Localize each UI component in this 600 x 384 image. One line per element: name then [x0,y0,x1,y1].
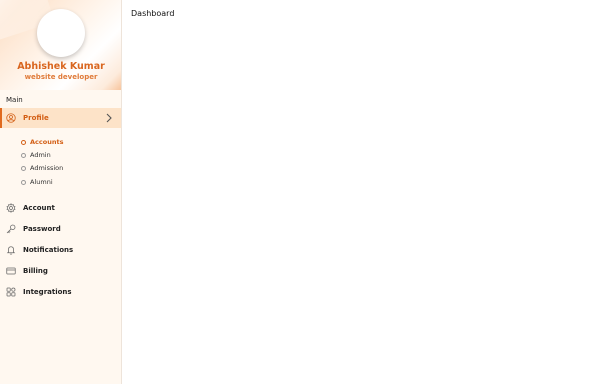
sidebar-item-notifications[interactable]: Notifications [0,240,121,260]
bullet-icon [21,152,26,158]
submenu-item-label: Admission [30,164,64,172]
sidebar-item-label: Password [23,225,61,233]
submenu-item-admission[interactable]: Admission [21,164,63,172]
sidebar-item-account[interactable]: Account [0,198,121,218]
key-icon [6,224,16,234]
chevron-right-icon [105,113,113,123]
sidebar-item-label: Account [23,204,55,212]
sidebar: Abhishek Kumar website developer Main Pr… [0,0,122,384]
bullet-icon [21,165,26,171]
submenu-item-label: Accounts [30,138,64,146]
user-circle-icon [6,113,16,123]
avatar[interactable] [37,9,85,57]
sidebar-item-integrations[interactable]: Integrations [0,282,121,302]
bullet-icon [21,179,26,185]
user-name: Abhishek Kumar [17,61,105,72]
submenu-item-accounts[interactable]: Accounts [21,138,63,146]
apps-icon [6,287,16,297]
user-role: website developer [24,73,98,81]
sidebar-item-profile[interactable]: Profile [0,108,121,128]
profile-card: Abhishek Kumar website developer [0,0,121,90]
sidebar-item-label: Integrations [23,288,72,296]
bell-icon [6,245,16,255]
page-title: Dashboard [131,9,175,18]
submenu-item-label: Admin [30,151,51,159]
submenu-item-alumni[interactable]: Alumni [21,178,53,186]
submenu-item-label: Alumni [30,178,53,186]
sidebar-item-password[interactable]: Password [0,219,121,239]
sidebar-item-label: Notifications [23,246,74,254]
gear-icon [6,203,16,213]
sidebar-item-label: Profile [23,114,49,122]
sidebar-item-billing[interactable]: Billing [0,261,121,281]
section-label-main: Main [6,96,23,104]
sidebar-item-label: Billing [23,267,48,275]
submenu-item-admin[interactable]: Admin [21,151,51,159]
card-icon [6,266,16,276]
bullet-icon [21,139,26,145]
